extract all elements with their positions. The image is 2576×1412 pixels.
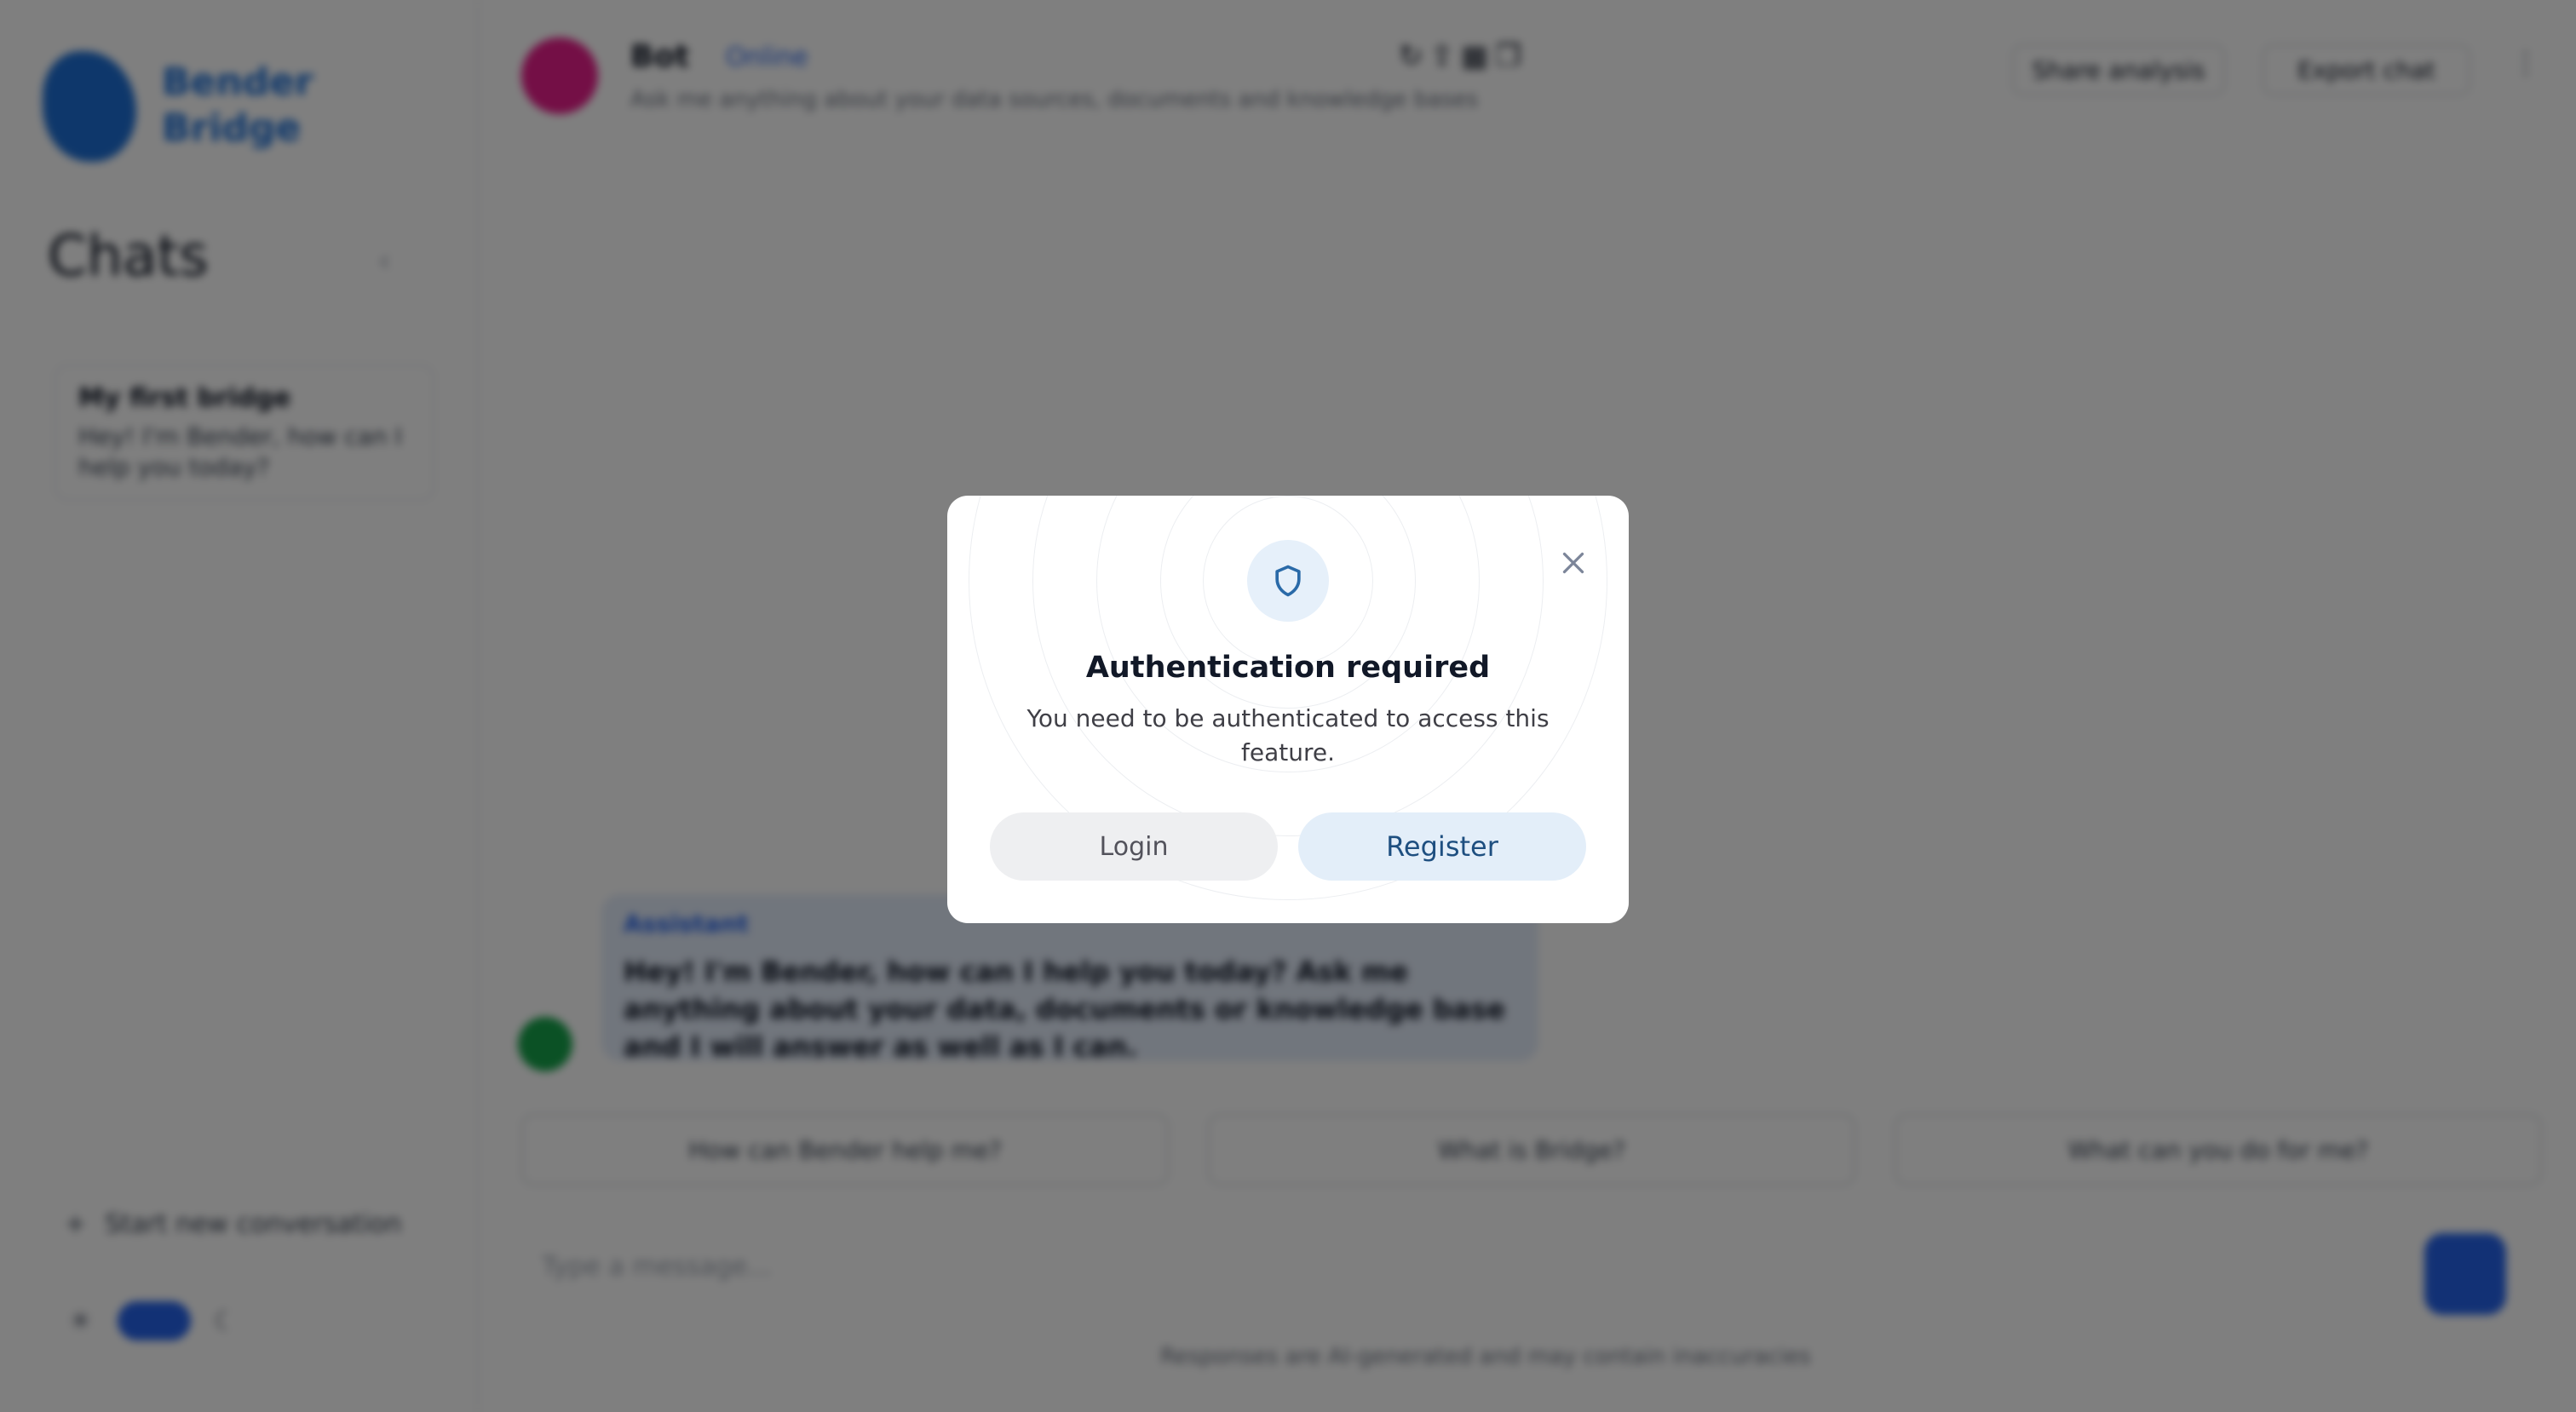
dialog-description: You need to be authenticated to access t… (1026, 704, 1550, 766)
register-button[interactable]: Register (1298, 812, 1586, 881)
close-button[interactable] (1550, 540, 1596, 586)
close-icon (1562, 552, 1584, 574)
shield-icon-badge (1247, 540, 1329, 622)
shield-icon (1275, 565, 1301, 597)
login-button[interactable]: Login (990, 812, 1278, 881)
dialog-title: Authentication required (1085, 651, 1491, 685)
auth-required-dialog: Authentication required You need to be a… (947, 496, 1629, 923)
